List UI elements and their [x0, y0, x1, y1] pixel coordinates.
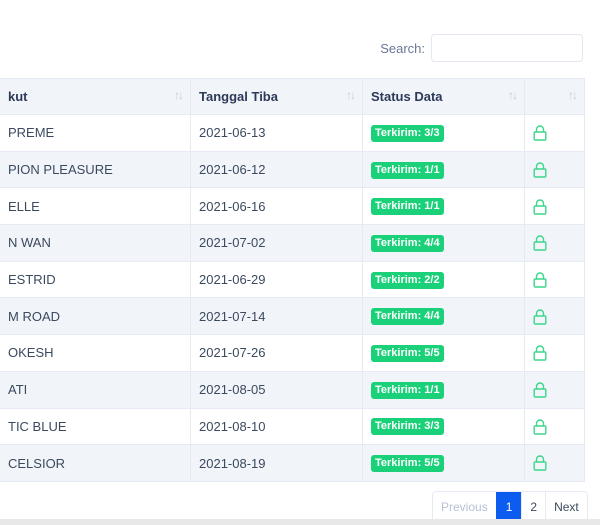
status-badge: Terkirim: 3/3 — [371, 418, 444, 436]
column-header-label: kut — [8, 89, 28, 104]
table-row[interactable]: M ROAD 2021-07-14 Terkirim: 4/4 — [0, 297, 585, 336]
data-table: kut ↑↓ Tanggal Tiba ↑↓ Status Data ↑↓ ↑↓… — [0, 78, 585, 482]
sort-icon[interactable]: ↑↓ — [568, 88, 578, 102]
table-row[interactable]: ESTRID 2021-06-29 Terkirim: 2/2 — [0, 260, 585, 299]
status-cell: Terkirim: 1/1 — [362, 370, 525, 409]
status-badge: Terkirim: 5/5 — [371, 344, 444, 362]
table-row[interactable]: N WAN 2021-07-02 Terkirim: 4/4 — [0, 224, 585, 262]
table-header-row: kut ↑↓ Tanggal Tiba ↑↓ Status Data ↑↓ ↑↓ — [0, 78, 585, 115]
name-cell: ELLE — [0, 187, 191, 226]
status-badge: Terkirim: 3/3 — [371, 124, 444, 142]
search-area: Search: — [370, 33, 583, 63]
status-cell: Terkirim: 2/2 — [362, 260, 525, 299]
table-row[interactable]: CELSIOR 2021-08-19 Terkirim: 5/5 — [0, 444, 585, 482]
name-cell: ESTRID — [0, 260, 191, 299]
name-cell: M ROAD — [0, 297, 191, 336]
lock-icon[interactable] — [533, 308, 547, 325]
action-cell — [524, 297, 585, 336]
action-cell — [524, 187, 585, 226]
action-cell — [524, 334, 585, 372]
lock-icon[interactable] — [533, 272, 547, 288]
lock-icon[interactable] — [533, 125, 547, 141]
name-cell: PION PLEASURE — [0, 150, 191, 189]
date-cell: 2021-07-26 — [190, 334, 363, 372]
status-cell: Terkirim: 4/4 — [362, 297, 525, 336]
name-cell: OKESH — [0, 334, 191, 372]
date-cell: 2021-06-29 — [190, 260, 363, 299]
sort-icon[interactable]: ↑↓ — [174, 88, 184, 102]
table-row[interactable]: ATI 2021-08-05 Terkirim: 1/1 — [0, 370, 585, 409]
status-badge: Terkirim: 2/2 — [371, 271, 444, 289]
sort-icon[interactable]: ↑↓ — [508, 88, 518, 102]
status-badge: Terkirim: 1/1 — [371, 161, 444, 179]
action-cell — [524, 260, 585, 299]
next-page-button[interactable]: Next — [545, 492, 587, 522]
action-cell — [524, 114, 585, 152]
action-cell — [524, 224, 585, 262]
lock-icon[interactable] — [533, 235, 547, 251]
date-cell: 2021-06-12 — [190, 150, 363, 189]
status-cell: Terkirim: 5/5 — [362, 334, 525, 372]
status-cell: Terkirim: 5/5 — [362, 444, 525, 482]
action-cell — [524, 150, 585, 189]
status-cell: Terkirim: 1/1 — [362, 187, 525, 226]
date-cell: 2021-06-16 — [190, 187, 363, 226]
date-cell: 2021-08-10 — [190, 407, 363, 446]
lock-icon[interactable] — [533, 162, 547, 178]
column-header-action[interactable]: ↑↓ — [524, 78, 585, 115]
lock-icon[interactable] — [533, 418, 547, 435]
search-input[interactable] — [431, 34, 583, 62]
action-cell — [524, 370, 585, 409]
status-badge: Terkirim: 4/4 — [371, 308, 444, 326]
column-header-status-data[interactable]: Status Data ↑↓ — [362, 78, 525, 115]
search-label: Search: — [380, 40, 425, 56]
table-body: PREME 2021-06-13 Terkirim: 3/3 PION PLEASUR… — [0, 114, 585, 482]
name-cell: PREME — [0, 114, 191, 152]
table-row[interactable]: ELLE 2021-06-16 Terkirim: 1/1 — [0, 187, 585, 226]
status-cell: Terkirim: 3/3 — [362, 114, 525, 152]
name-cell: N WAN — [0, 224, 191, 262]
column-header-label: Tanggal Tiba — [199, 89, 278, 104]
date-cell: 2021-06-13 — [190, 114, 363, 152]
bottom-bar — [0, 519, 600, 525]
table-row[interactable]: TIC BLUE 2021-08-10 Terkirim: 3/3 — [0, 407, 585, 446]
status-badge: Terkirim: 1/1 — [371, 381, 444, 399]
date-cell: 2021-08-05 — [190, 370, 363, 409]
sort-icon[interactable]: ↑↓ — [346, 88, 356, 102]
action-cell — [524, 407, 585, 446]
action-cell — [524, 444, 585, 482]
column-header-name[interactable]: kut ↑↓ — [0, 78, 191, 115]
date-cell: 2021-08-19 — [190, 444, 363, 482]
name-cell: CELSIOR — [0, 444, 191, 482]
status-badge: Terkirim: 5/5 — [371, 455, 444, 473]
lock-icon[interactable] — [533, 345, 547, 361]
previous-page-button[interactable]: Previous — [433, 492, 496, 522]
lock-icon[interactable] — [533, 382, 547, 398]
name-cell: ATI — [0, 370, 191, 409]
status-badge: Terkirim: 4/4 — [371, 234, 444, 252]
page-button-2[interactable]: 2 — [521, 492, 545, 522]
status-cell: Terkirim: 4/4 — [362, 224, 525, 262]
page-button-1[interactable]: 1 — [495, 492, 522, 522]
table-row[interactable]: OKESH 2021-07-26 Terkirim: 5/5 — [0, 334, 585, 372]
status-cell: Terkirim: 1/1 — [362, 150, 525, 189]
date-cell: 2021-07-14 — [190, 297, 363, 336]
column-header-tanggal-tiba[interactable]: Tanggal Tiba ↑↓ — [190, 78, 363, 115]
lock-icon[interactable] — [533, 198, 547, 215]
table-row[interactable]: PREME 2021-06-13 Terkirim: 3/3 — [0, 114, 585, 152]
name-cell: TIC BLUE — [0, 407, 191, 446]
lock-icon[interactable] — [533, 455, 547, 472]
status-cell: Terkirim: 3/3 — [362, 407, 525, 446]
date-cell: 2021-07-02 — [190, 224, 363, 262]
column-header-label: Status Data — [371, 89, 443, 104]
table-row[interactable]: PION PLEASURE 2021-06-12 Terkirim: 1/1 — [0, 150, 585, 189]
status-badge: Terkirim: 1/1 — [371, 198, 444, 216]
